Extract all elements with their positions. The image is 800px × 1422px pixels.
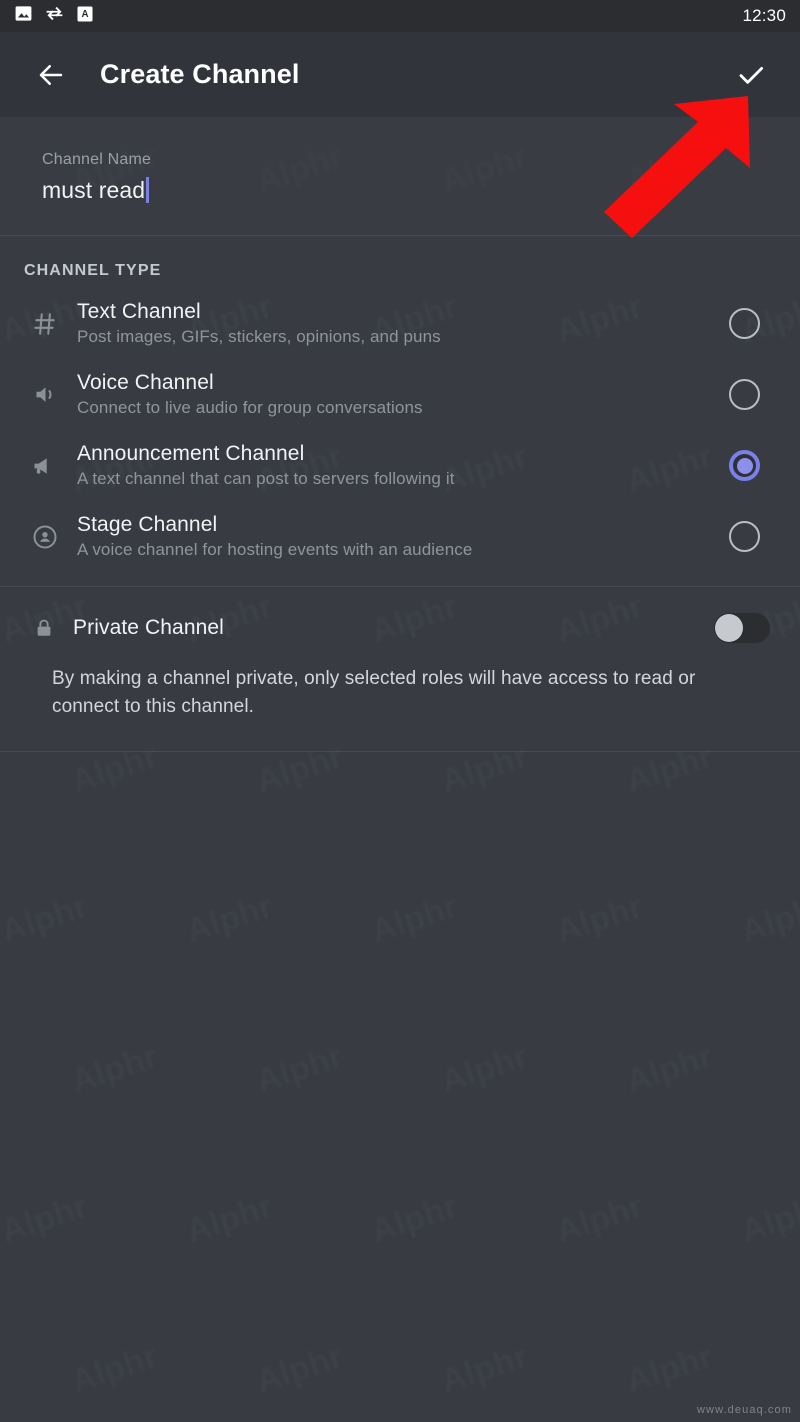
sync-icon [44,3,65,29]
private-channel-label: Private Channel [73,616,224,639]
channel-type-text: Voice Channel Connect to live audio for … [66,371,729,418]
divider-bottom [0,751,800,753]
private-channel-description: By making a channel private, only select… [52,668,696,718]
back-button[interactable] [30,54,72,96]
image-icon [14,4,33,28]
channel-type-option-stage[interactable]: Stage Channel A voice channel for hostin… [0,501,800,572]
channel-type-radio[interactable] [729,450,760,481]
channel-type-title: Text Channel [77,300,201,323]
megaphone-icon [24,452,66,480]
svg-text:A: A [81,9,88,20]
site-watermark: www.deuaq.com [696,1404,792,1416]
status-bar: A 12:30 [0,0,800,32]
checkmark-icon [739,66,764,84]
channel-type-radio[interactable] [729,308,760,339]
translate-icon: A [76,5,94,28]
channel-type-description: Connect to live audio for group conversa… [77,398,423,417]
page-title: Create Channel [100,59,300,89]
back-arrow-icon [39,64,63,85]
channel-name-input[interactable]: must read [42,175,760,205]
channel-name-value: must read [42,176,146,203]
channel-name-label: Channel Name [42,151,152,168]
channel-type-radio[interactable] [729,521,760,552]
status-notification-icons: A [14,3,94,29]
lock-icon [24,617,64,639]
text-cursor [146,177,150,203]
hash-icon [24,311,66,337]
channel-type-list: Text Channel Post images, GIFs, stickers… [0,288,800,586]
app-header: Create Channel [0,32,800,117]
channel-type-description: A voice channel for hosting events with … [77,540,473,559]
toggle-knob [715,614,743,642]
private-channel-section: Private Channel By making a channel priv… [0,587,800,751]
channel-type-description: Post images, GIFs, stickers, opinions, a… [77,327,441,346]
channel-type-text: Stage Channel A voice channel for hostin… [66,513,729,560]
private-channel-toggle[interactable] [714,613,770,643]
channel-type-option-announcement[interactable]: Announcement Channel A text channel that… [0,430,800,501]
empty-content-area [0,752,800,1422]
stage-icon [24,523,66,551]
channel-type-title: Voice Channel [77,371,214,394]
status-time: 12:30 [742,6,786,25]
private-channel-row[interactable]: Private Channel [24,613,770,643]
channel-type-text: Announcement Channel A text channel that… [66,442,729,489]
channel-type-radio[interactable] [729,379,760,410]
speaker-icon [24,381,66,408]
channel-type-title: Announcement Channel [77,442,305,465]
channel-name-section[interactable]: Channel Name must read [0,117,800,235]
channel-type-description: A text channel that can post to servers … [77,469,455,488]
channel-type-heading: CHANNEL TYPE [24,262,162,279]
confirm-create-button[interactable] [728,52,774,98]
channel-type-option-voice[interactable]: Voice Channel Connect to live audio for … [0,359,800,430]
create-channel-screen: Alphr Alphr Alphr Alphr Alphr Alphr Alphr Alphr… [0,0,800,1422]
channel-type-option-text[interactable]: Text Channel Post images, GIFs, stickers… [0,288,800,359]
channel-type-title: Stage Channel [77,513,218,536]
channel-type-text: Text Channel Post images, GIFs, stickers… [66,300,729,347]
